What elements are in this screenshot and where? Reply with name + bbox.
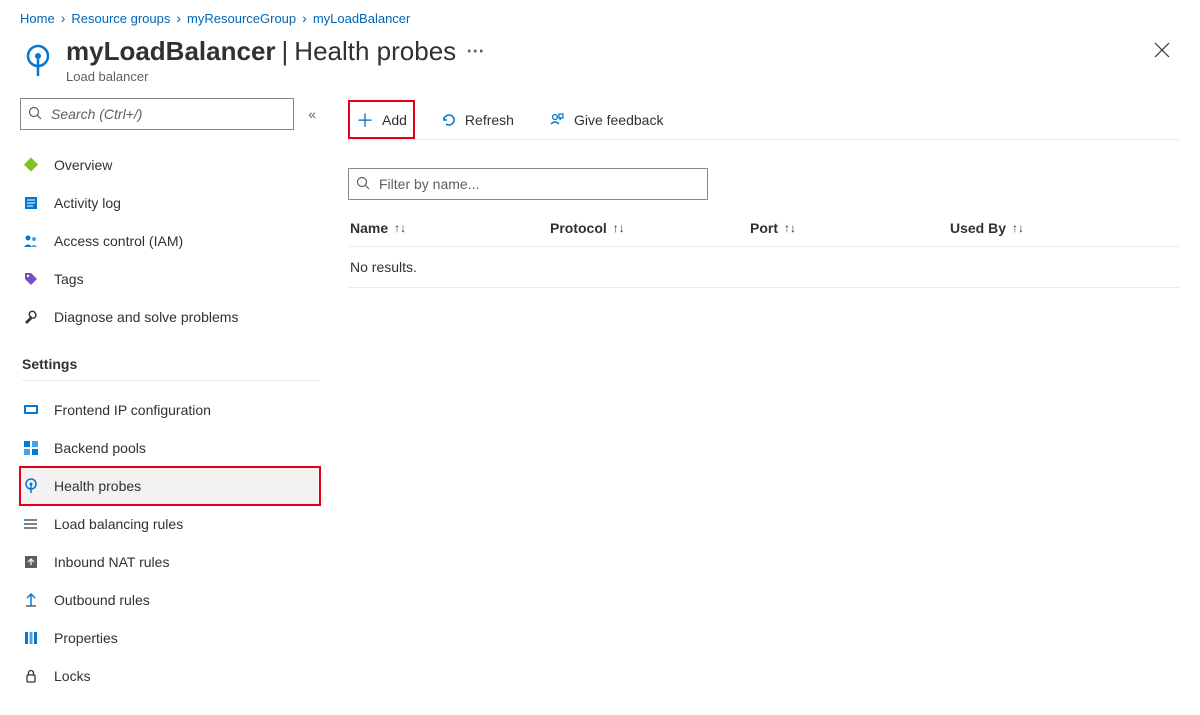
resource-type: Load balancer [66, 69, 1144, 84]
diamond-icon [22, 156, 40, 174]
breadcrumb-load-balancer[interactable]: myLoadBalancer [313, 11, 411, 26]
menu-search[interactable] [20, 98, 294, 130]
chevron-right-icon: › [176, 10, 181, 26]
sidebar-item-inbound-nat[interactable]: Inbound NAT rules [20, 543, 320, 581]
health-probe-icon [22, 477, 40, 495]
breadcrumb-home[interactable]: Home [20, 11, 55, 26]
sort-icon: ↑↓ [784, 221, 796, 235]
no-results-message: No results. [348, 247, 1180, 288]
sidebar-item-label: Locks [54, 668, 91, 684]
sidebar-item-label: Health probes [54, 478, 141, 494]
sidebar-item-label: Outbound rules [54, 592, 150, 608]
page-title: myLoadBalancer | Health probes ⋯ [66, 36, 1144, 67]
sidebar-item-label: Load balancing rules [54, 516, 183, 532]
inbound-nat-icon [22, 553, 40, 571]
sidebar-item-label: Access control (IAM) [54, 233, 183, 249]
wrench-icon [22, 308, 40, 326]
column-protocol[interactable]: Protocol ↑↓ [550, 220, 750, 236]
refresh-icon [441, 112, 457, 128]
sidebar-item-label: Frontend IP configuration [54, 402, 211, 418]
search-input[interactable] [20, 98, 294, 130]
sidebar-item-label: Inbound NAT rules [54, 554, 169, 570]
breadcrumb-resource-group[interactable]: myResourceGroup [187, 11, 296, 26]
sidebar-item-properties[interactable]: Properties [20, 619, 320, 657]
feedback-label: Give feedback [574, 112, 664, 128]
collapse-menu-button[interactable]: « [304, 102, 320, 126]
sidebar-item-frontend-ip[interactable]: Frontend IP configuration [20, 391, 320, 429]
main-content: ＋ Add Refresh Give feedback [320, 92, 1200, 715]
column-name[interactable]: Name ↑↓ [350, 220, 550, 236]
sidebar-item-outbound-rules[interactable]: Outbound rules [20, 581, 320, 619]
filter-input[interactable] [348, 168, 708, 200]
sidebar-item-tags[interactable]: Tags [20, 260, 320, 298]
sidebar-item-label: Diagnose and solve problems [54, 309, 238, 325]
sidebar-item-label: Backend pools [54, 440, 146, 456]
plus-icon: ＋ [356, 107, 374, 133]
sidebar-item-label: Overview [54, 157, 112, 173]
rules-icon [22, 515, 40, 533]
sidebar-item-overview[interactable]: Overview [20, 146, 320, 184]
page-header: myLoadBalancer | Health probes ⋯ Load ba… [0, 32, 1200, 92]
lock-icon [22, 667, 40, 685]
sidebar-item-diagnose[interactable]: Diagnose and solve problems [20, 298, 320, 336]
outbound-icon [22, 591, 40, 609]
sort-icon: ↑↓ [394, 221, 406, 235]
table-header: Name ↑↓ Protocol ↑↓ Port ↑↓ Used By ↑↓ [348, 210, 1180, 247]
resource-name: myLoadBalancer [66, 36, 276, 67]
breadcrumb-resource-groups[interactable]: Resource groups [71, 11, 170, 26]
subpage-title: Health probes [294, 36, 456, 67]
feedback-icon [548, 111, 566, 129]
chevron-right-icon: › [302, 10, 307, 26]
properties-icon [22, 629, 40, 647]
sidebar-item-activity-log[interactable]: Activity log [20, 184, 320, 222]
close-button[interactable] [1144, 36, 1180, 64]
people-icon [22, 232, 40, 250]
tag-icon [22, 270, 40, 288]
sidebar-item-access-control[interactable]: Access control (IAM) [20, 222, 320, 260]
search-icon [356, 176, 370, 190]
column-used-by[interactable]: Used By ↑↓ [950, 220, 1090, 236]
feedback-button[interactable]: Give feedback [540, 100, 672, 139]
log-icon [22, 194, 40, 212]
sidebar-item-label: Activity log [54, 195, 121, 211]
refresh-label: Refresh [465, 112, 514, 128]
filter-box[interactable] [348, 168, 708, 200]
sidebar: « Overview Activity log Access control (… [0, 92, 320, 715]
search-icon [28, 106, 42, 120]
sidebar-item-lb-rules[interactable]: Load balancing rules [20, 505, 320, 543]
breadcrumb: Home › Resource groups › myResourceGroup… [0, 0, 1200, 32]
sort-icon: ↑↓ [613, 221, 625, 235]
sort-icon: ↑↓ [1012, 221, 1024, 235]
sidebar-section-settings: Settings [22, 356, 320, 381]
backend-pools-icon [22, 439, 40, 457]
refresh-button[interactable]: Refresh [433, 100, 522, 139]
column-port[interactable]: Port ↑↓ [750, 220, 950, 236]
sidebar-item-label: Tags [54, 271, 84, 287]
loadbalancer-icon [20, 42, 56, 78]
add-button[interactable]: ＋ Add [348, 100, 415, 139]
chevron-right-icon: › [61, 10, 66, 26]
command-bar: ＋ Add Refresh Give feedback [348, 100, 1180, 140]
sidebar-item-health-probes[interactable]: Health probes [20, 467, 320, 505]
sidebar-item-locks[interactable]: Locks [20, 657, 320, 695]
more-icon[interactable]: ⋯ [466, 41, 484, 62]
add-label: Add [382, 112, 407, 128]
sidebar-item-label: Properties [54, 630, 118, 646]
sidebar-item-backend-pools[interactable]: Backend pools [20, 429, 320, 467]
frontend-ip-icon [22, 401, 40, 419]
